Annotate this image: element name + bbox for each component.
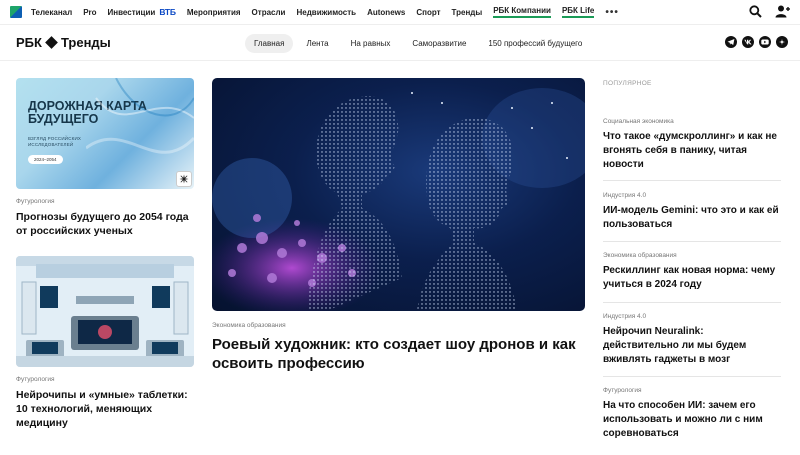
article-tag[interactable]: Футурология: [16, 376, 55, 383]
article-headline[interactable]: Прогнозы будущего до 2054 года от россий…: [16, 210, 194, 238]
nav-item-autonews[interactable]: Autonews: [367, 8, 405, 17]
popular-item-tag[interactable]: Социальная экономика: [603, 118, 781, 125]
drone-show-illustration: [212, 88, 585, 311]
nav-item-realty[interactable]: Недвижимость: [296, 8, 356, 17]
popular-item[interactable]: Экономика образования Рескиллинг как нов…: [603, 252, 781, 292]
tab-equal[interactable]: На равных: [342, 34, 400, 53]
roadmap-card-image[interactable]: ДОРОЖНАЯ КАРТА БУДУЩЕГО ВЗГЛЯД РОССИЙСКИ…: [16, 78, 194, 189]
popular-item[interactable]: Футурология На что способен ИИ: зачем ег…: [603, 387, 781, 441]
sparkle-icon[interactable]: [176, 171, 192, 187]
popular-item-headline[interactable]: Что такое «думскроллинг» и как не вгонят…: [603, 130, 781, 172]
nav-item-events[interactable]: Мероприятия: [187, 8, 241, 17]
nav-item-rbc-life[interactable]: РБК Life: [561, 6, 595, 18]
popular-item-headline[interactable]: Нейрочип Neuralink: действительно ли мы …: [603, 325, 781, 367]
youtube-icon[interactable]: [759, 36, 771, 48]
medtech-card-image[interactable]: [16, 256, 194, 367]
brand-rbc: РБК: [16, 35, 42, 50]
brand-trends: Тренды: [60, 35, 111, 50]
article-tag[interactable]: Экономика образования: [212, 322, 286, 329]
zen-icon[interactable]: [776, 36, 788, 48]
vk-icon[interactable]: [742, 36, 754, 48]
hero-headline[interactable]: Роевый художник: кто создает шоу дронов …: [212, 335, 585, 373]
vtb-logo[interactable]: ВТБ: [159, 7, 176, 17]
image-badge: 2024–2054: [28, 155, 63, 164]
tab-150-professions[interactable]: 150 профессий будущего: [479, 34, 591, 53]
divider: [603, 302, 781, 303]
hero-image[interactable]: [212, 78, 585, 311]
popular-item-tag[interactable]: Футурология: [603, 387, 781, 394]
article-headline[interactable]: Нейрочипы и «умные» таблетки: 10 техноло…: [16, 388, 194, 430]
section-tabs: Главная Лента На равных Саморазвитие 150…: [245, 34, 591, 53]
popular-item[interactable]: Социальная экономика Что такое «думскрол…: [603, 118, 781, 172]
popular-item-tag[interactable]: Экономика образования: [603, 252, 781, 259]
diamond-icon: [45, 36, 58, 49]
nav-item-trends[interactable]: Тренды: [452, 8, 483, 17]
popular-section-title: ПОПУЛЯРНОЕ: [603, 80, 652, 87]
more-menu-button[interactable]: •••: [605, 7, 619, 18]
tab-feed[interactable]: Лента: [297, 34, 337, 53]
top-navigation: Телеканал Pro Инвестиции ВТБ Мероприятия…: [0, 0, 800, 25]
popular-item-headline[interactable]: ИИ-модель Gemini: что это и как ей польз…: [603, 204, 781, 232]
divider: [603, 241, 781, 242]
nav-item-pro[interactable]: Pro: [83, 8, 96, 17]
tab-main[interactable]: Главная: [245, 34, 294, 53]
section-header: РБК Тренды Главная Лента На равных Самор…: [0, 25, 800, 61]
nav-item-investments[interactable]: Инвестиции: [108, 8, 156, 17]
popular-item[interactable]: Индустрия 4.0 Нейрочип Neuralink: действ…: [603, 313, 781, 367]
lab-illustration: [16, 256, 194, 367]
popular-item[interactable]: Индустрия 4.0 ИИ-модель Gemini: что это …: [603, 192, 781, 232]
divider: [603, 376, 781, 377]
popular-item-tag[interactable]: Индустрия 4.0: [603, 313, 781, 320]
divider: [603, 180, 781, 181]
popular-item-tag[interactable]: Индустрия 4.0: [603, 192, 781, 199]
nav-item-tv[interactable]: Телеканал: [31, 8, 72, 17]
user-add-icon[interactable]: [775, 5, 790, 23]
article-tag[interactable]: Футурология: [16, 198, 55, 205]
popular-item-headline[interactable]: Рескиллинг как новая норма: чему учиться…: [603, 264, 781, 292]
popular-item-headline[interactable]: На что способен ИИ: зачем его использова…: [603, 399, 781, 441]
tab-self-development[interactable]: Саморазвитие: [403, 34, 475, 53]
search-icon[interactable]: [749, 5, 762, 23]
social-links: [725, 36, 788, 48]
rbc-logo-icon[interactable]: [10, 6, 22, 18]
nav-item-sport[interactable]: Спорт: [416, 8, 440, 17]
telegram-icon[interactable]: [725, 36, 737, 48]
rbc-trends-logo[interactable]: РБК Тренды: [16, 35, 111, 50]
nav-item-industries[interactable]: Отрасли: [252, 8, 286, 17]
nav-item-rbc-companies[interactable]: РБК Компании: [493, 6, 551, 18]
